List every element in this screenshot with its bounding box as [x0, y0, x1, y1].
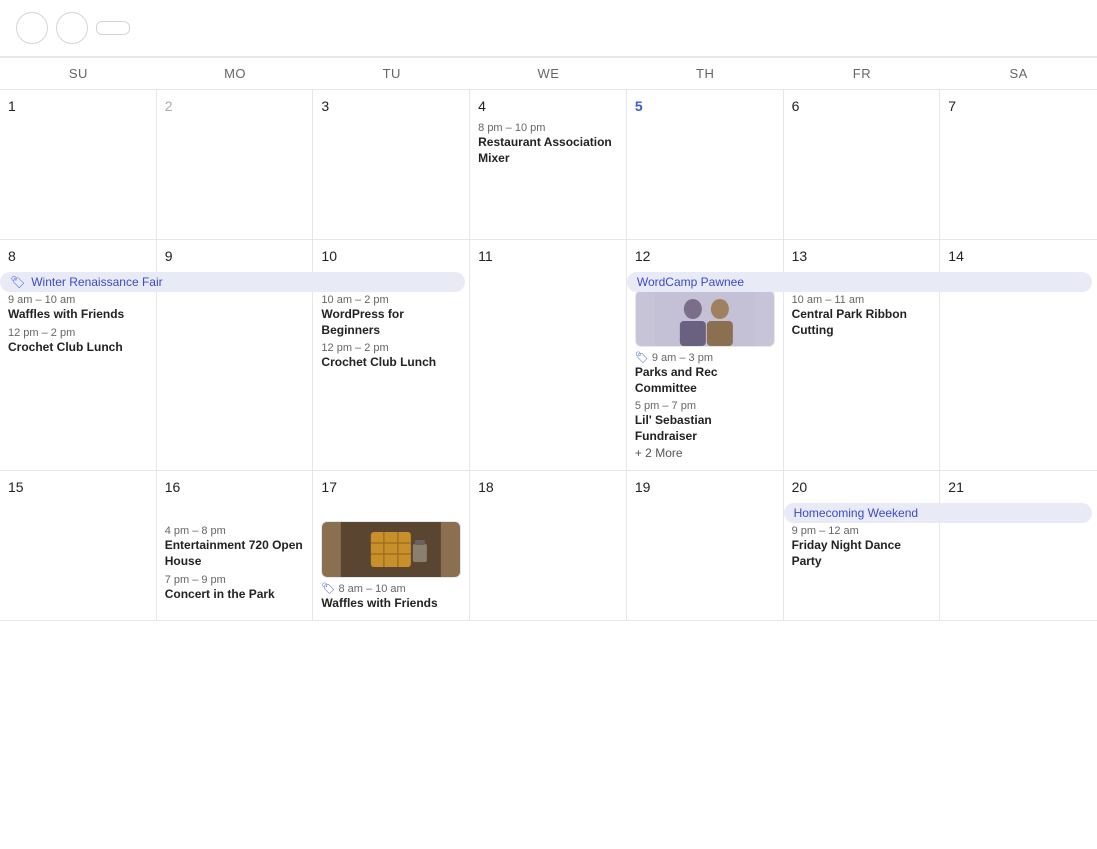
day-number[interactable]: 5: [635, 98, 643, 114]
event-title[interactable]: Waffles with Friends: [321, 596, 461, 612]
event-title[interactable]: Concert in the Park: [165, 587, 305, 603]
day-header-mo: MO: [157, 58, 314, 89]
event-time: 9 pm – 12 am: [792, 525, 932, 537]
calendar-body: 12348 pm – 10 pmRestaurant Association M…: [0, 90, 1097, 621]
day-number[interactable]: 17: [321, 479, 337, 495]
more-events-link[interactable]: + 2 More: [635, 444, 775, 462]
day-number[interactable]: 2: [165, 98, 173, 114]
prev-button[interactable]: [16, 12, 48, 44]
event-title[interactable]: Parks and Rec Committee: [635, 365, 775, 396]
day-header-sa: SA: [940, 58, 1097, 89]
week-row-week2: 🏷Winter Renaissance Fair WordCamp Pawnee 8…: [0, 240, 1097, 471]
day-number[interactable]: 19: [635, 479, 651, 495]
event-image-container[interactable]: [635, 290, 775, 347]
flag-icon: 🏷: [635, 352, 649, 364]
day-number[interactable]: 20: [792, 479, 808, 495]
event-title[interactable]: Waffles with Friends: [8, 307, 148, 323]
day-cell-6: 6: [784, 90, 941, 239]
day-cell-2: 2: [157, 90, 314, 239]
day-number[interactable]: 12: [635, 248, 651, 264]
day-number[interactable]: 14: [948, 248, 964, 264]
event-title[interactable]: Friday Night Dance Party: [792, 538, 932, 569]
spanning-event[interactable]: WordCamp Pawnee: [627, 272, 1092, 292]
day-cell-11: 11: [470, 240, 627, 470]
day-number[interactable]: 7: [948, 98, 956, 114]
day-header-we: WE: [470, 58, 627, 89]
event-title[interactable]: Central Park Ribbon Cutting: [792, 307, 932, 338]
event-time: 12 pm – 2 pm: [321, 342, 461, 354]
flag-icon: 🏷: [10, 275, 25, 289]
week-row-week1: 1 2 3 4 8 pm – 10 pmRestaurant Association M…: [0, 90, 1097, 240]
event-time: 10 am – 2 pm: [321, 294, 461, 306]
calendar-header: [0, 0, 1097, 57]
day-cell-20: 20 9 pm – 12 amFriday Night Dance Party: [784, 471, 941, 620]
event-time: 4 pm – 8 pm: [165, 525, 305, 537]
spanning-event[interactable]: Homecoming Weekend: [784, 503, 1092, 523]
day-cell-1: 1: [0, 90, 157, 239]
day-headers-row: SUMOTUWETHFRSA: [0, 58, 1097, 90]
event-title[interactable]: WordPress for Beginners: [321, 307, 461, 338]
event-time: 12 pm – 2 pm: [8, 327, 148, 339]
day-number[interactable]: 15: [8, 479, 24, 495]
calendar-grid: SUMOTUWETHFRSA 12348 pm – 10 pmRestauran…: [0, 57, 1097, 621]
day-header-th: TH: [627, 58, 784, 89]
day-cell-3: 3: [313, 90, 470, 239]
event-time: 🏷 8 am – 10 am: [321, 582, 461, 595]
event-title[interactable]: Entertainment 720 Open House: [165, 538, 305, 569]
day-cell-5: 5: [627, 90, 784, 239]
event-time: 9 am – 10 am: [8, 294, 148, 306]
week-row-week3: Homecoming Weekend 15 16 4 pm – 8 pmEnterta…: [0, 471, 1097, 621]
day-number[interactable]: 6: [792, 98, 800, 114]
day-number[interactable]: 3: [321, 98, 329, 114]
event-title[interactable]: Restaurant Association Mixer: [478, 135, 618, 166]
day-number[interactable]: 10: [321, 248, 337, 264]
day-cell-18: 18: [470, 471, 627, 620]
event-time: 🏷 9 am – 3 pm: [635, 351, 775, 364]
day-cell-4: 4 8 pm – 10 pmRestaurant Association Mixe…: [470, 90, 627, 239]
event-title[interactable]: Crochet Club Lunch: [8, 340, 148, 356]
day-number[interactable]: 4: [478, 98, 486, 114]
flag-icon: 🏷: [321, 583, 335, 595]
day-number[interactable]: 13: [792, 248, 808, 264]
event-time: 7 pm – 9 pm: [165, 574, 305, 586]
day-header-fr: FR: [784, 58, 941, 89]
day-number[interactable]: 1: [8, 98, 16, 114]
day-cell-15: 15: [0, 471, 157, 620]
day-number[interactable]: 8: [8, 248, 16, 264]
event-image: [322, 522, 460, 577]
day-header-su: SU: [0, 58, 157, 89]
day-number[interactable]: 18: [478, 479, 494, 495]
day-number[interactable]: 9: [165, 248, 173, 264]
day-cell-7: 7: [940, 90, 1097, 239]
spanning-event[interactable]: 🏷Winter Renaissance Fair: [0, 272, 465, 292]
event-time: 5 pm – 7 pm: [635, 400, 775, 412]
day-number[interactable]: 21: [948, 479, 964, 495]
next-button[interactable]: [56, 12, 88, 44]
event-title[interactable]: Crochet Club Lunch: [321, 355, 461, 371]
day-header-tu: TU: [313, 58, 470, 89]
day-number[interactable]: 16: [165, 479, 181, 495]
event-time: 10 am – 11 am: [792, 294, 932, 306]
day-cell-19: 19: [627, 471, 784, 620]
event-image-container[interactable]: [321, 521, 461, 578]
event-time: 8 pm – 10 pm: [478, 122, 618, 134]
event-image: [636, 291, 774, 346]
day-number[interactable]: 11: [478, 248, 493, 264]
day-cell-21: 21: [940, 471, 1097, 620]
today-button[interactable]: [96, 21, 130, 35]
event-title[interactable]: Lil' Sebastian Fundraiser: [635, 413, 775, 444]
day-cell-17: 17 🏷 8 am – 1: [313, 471, 470, 620]
day-cell-16: 16 4 pm – 8 pmEntertainment 720 Open Hous…: [157, 471, 314, 620]
